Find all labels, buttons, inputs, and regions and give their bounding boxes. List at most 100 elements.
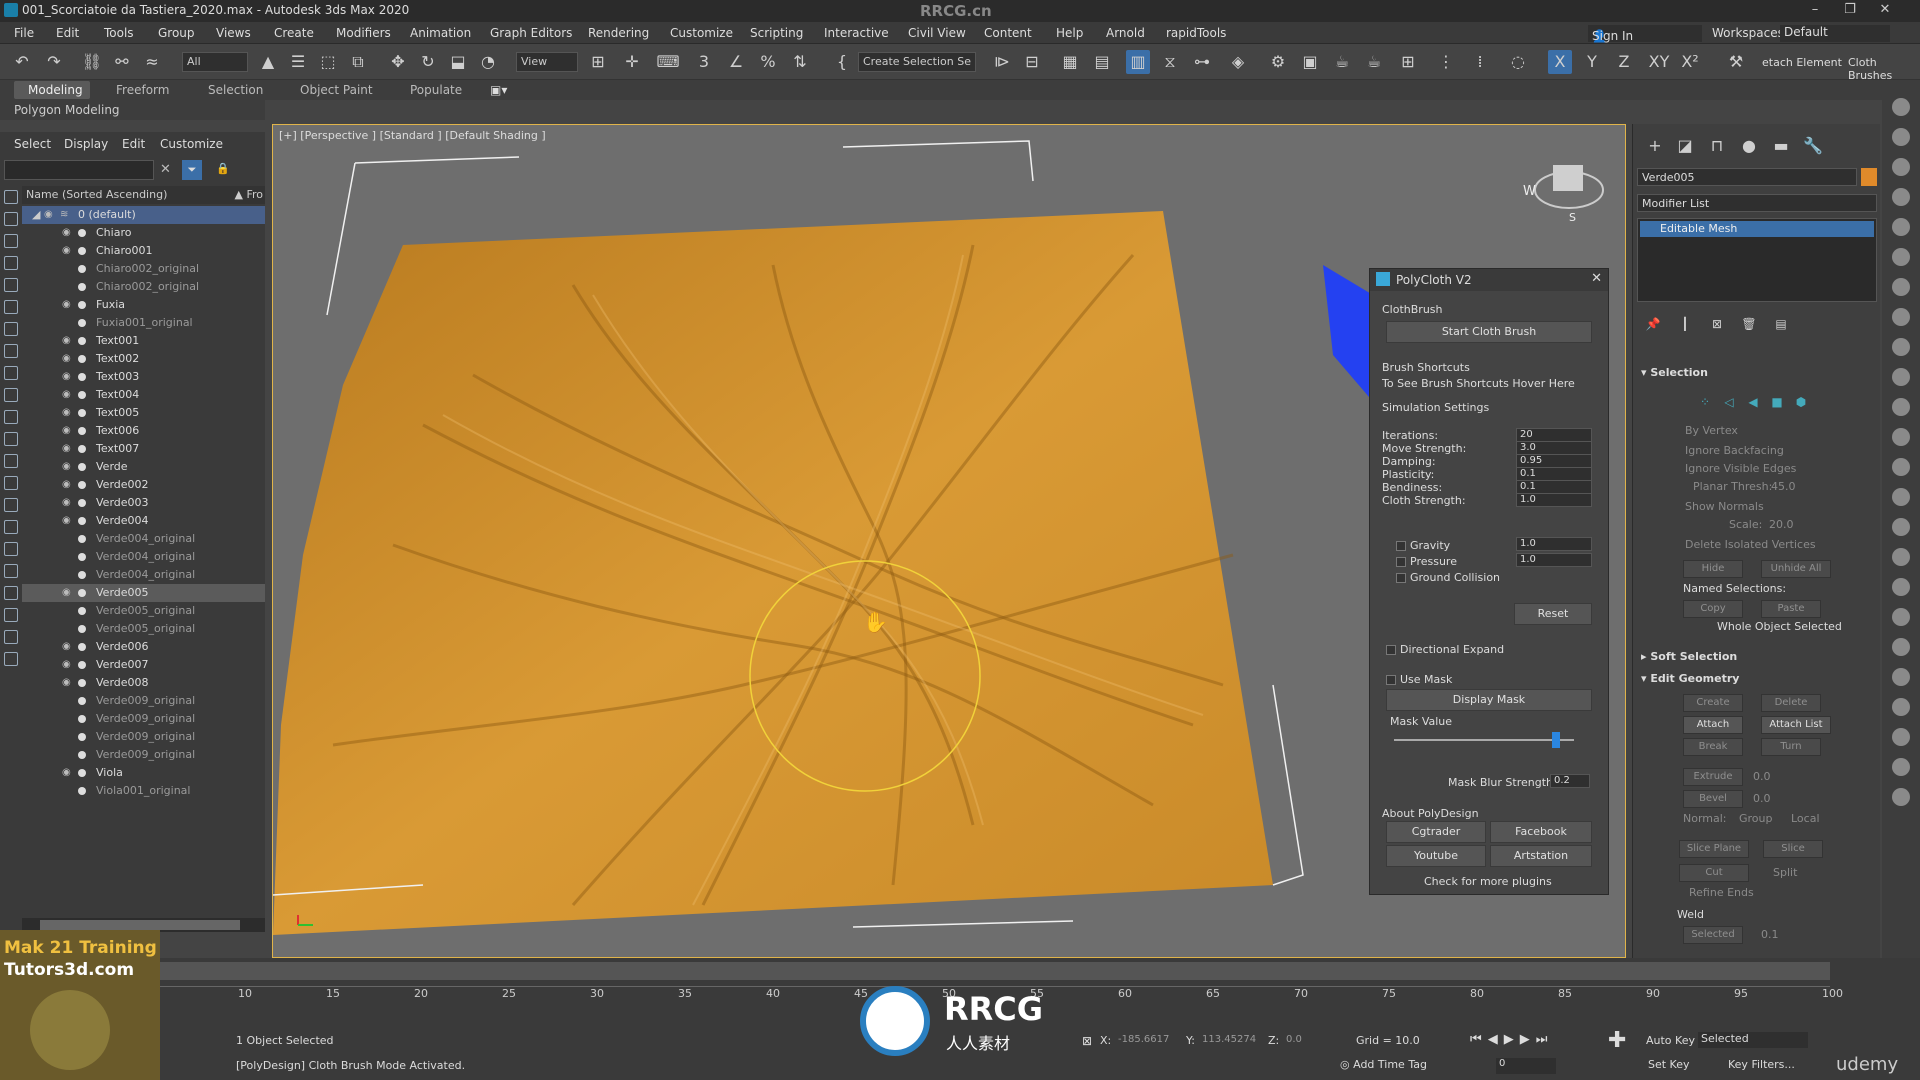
- shortcut-icon[interactable]: [1892, 128, 1910, 146]
- eye-icon[interactable]: ◉: [62, 674, 71, 692]
- eye-icon[interactable]: ◉: [62, 224, 71, 242]
- eye-icon[interactable]: ◉: [62, 404, 71, 422]
- select-object-icon[interactable]: ▲: [256, 50, 280, 74]
- eye-icon[interactable]: ◉: [62, 458, 71, 476]
- list-item[interactable]: Verde004_original: [22, 566, 265, 584]
- list-item[interactable]: ◉ Verde008: [22, 674, 265, 692]
- window-crossing-icon[interactable]: ⧉: [346, 50, 370, 74]
- tab-populate[interactable]: Populate: [410, 83, 462, 97]
- spinner-snap-icon[interactable]: ⇅: [788, 50, 812, 74]
- unlink-icon[interactable]: ⚯: [110, 50, 134, 74]
- freeze-icon[interactable]: [78, 751, 86, 759]
- shortcut-icon[interactable]: [1892, 338, 1910, 356]
- freeze-icon[interactable]: [78, 391, 86, 399]
- reference-coord-dropdown[interactable]: View: [516, 52, 578, 72]
- cgtrader-button[interactable]: Cgtrader: [1386, 821, 1486, 843]
- menu-modifiers[interactable]: Modifiers: [336, 26, 391, 40]
- weld-threshold-field[interactable]: 0.1: [1761, 928, 1779, 941]
- shortcut-icon[interactable]: [1892, 638, 1910, 656]
- freeze-icon[interactable]: [78, 409, 86, 417]
- shortcut-icon[interactable]: [1892, 428, 1910, 446]
- list-item[interactable]: ◉ Text007: [22, 440, 265, 458]
- pressure-checkbox[interactable]: [1396, 557, 1406, 567]
- unhide-all-button[interactable]: Unhide All: [1761, 560, 1831, 578]
- ribbon-toggle-icon[interactable]: ▥: [1126, 50, 1150, 74]
- render-iterative-icon[interactable]: ☕: [1362, 50, 1386, 74]
- freeze-icon[interactable]: [78, 247, 86, 255]
- list-item[interactable]: ◉ Verde007: [22, 656, 265, 674]
- filter-icon[interactable]: ⏷: [182, 160, 202, 180]
- soft-selection-rollout-header[interactable]: ▸ Soft Selection: [1641, 650, 1737, 663]
- menu-customize[interactable]: Customize: [670, 26, 733, 40]
- menu-rendering[interactable]: Rendering: [588, 26, 649, 40]
- remove-modifier-icon[interactable]: 🗑: [1737, 312, 1761, 336]
- menu-help[interactable]: Help: [1056, 26, 1083, 40]
- shortcut-icon[interactable]: [1892, 98, 1910, 116]
- material-editor-icon[interactable]: ◈: [1226, 50, 1250, 74]
- scrollbar-thumb[interactable]: [40, 920, 240, 930]
- eye-icon[interactable]: ◉: [62, 656, 71, 674]
- minimize-icon[interactable]: –: [1800, 2, 1830, 17]
- move-icon[interactable]: ✥: [386, 50, 410, 74]
- schematic-view-icon[interactable]: ⊶: [1190, 50, 1214, 74]
- list-item[interactable]: Viola001_original: [22, 782, 265, 800]
- edit-named-sets-icon[interactable]: {: [830, 50, 854, 74]
- y-coord-field[interactable]: 113.45274: [1202, 1034, 1256, 1045]
- start-cloth-brush-button[interactable]: Start Cloth Brush: [1386, 321, 1592, 343]
- pivot-center-icon[interactable]: ⊞: [586, 50, 610, 74]
- directional-expand-checkbox[interactable]: [1386, 645, 1396, 655]
- scene-menu-select[interactable]: Select: [14, 137, 51, 151]
- display-tab-icon[interactable]: ▬: [1769, 134, 1793, 158]
- eye-icon[interactable]: ◉: [62, 584, 71, 602]
- bevel-button[interactable]: Bevel: [1683, 790, 1743, 808]
- select-manipulate-icon[interactable]: ✛: [620, 50, 644, 74]
- shortcut-icon[interactable]: [1892, 398, 1910, 416]
- eye-icon[interactable]: ◉: [62, 368, 71, 386]
- freeze-icon[interactable]: [78, 571, 86, 579]
- show-end-result-icon[interactable]: ┃: [1673, 312, 1697, 336]
- list-item[interactable]: Chiaro002_original: [22, 278, 265, 296]
- menu-edit[interactable]: Edit: [56, 26, 79, 40]
- freeze-icon[interactable]: [78, 283, 86, 291]
- scale-icon[interactable]: ⬓: [446, 50, 470, 74]
- freeze-icon[interactable]: [78, 463, 86, 471]
- object-name-field[interactable]: Verde005: [1637, 168, 1857, 186]
- filter-toggle-icon[interactable]: [4, 432, 18, 446]
- list-item[interactable]: ◉ Fuxia: [22, 296, 265, 314]
- add-time-tag-button[interactable]: ◎ Add Time Tag: [1340, 1058, 1427, 1071]
- list-item[interactable]: ◉ Verde003: [22, 494, 265, 512]
- mask-blur-field[interactable]: 0.2: [1550, 774, 1590, 788]
- list-item[interactable]: ◉ Verde006: [22, 638, 265, 656]
- polygon-mode-icon[interactable]: ■: [1765, 390, 1789, 414]
- pin-stack-icon[interactable]: 📌: [1641, 312, 1665, 336]
- turn-button[interactable]: Turn: [1761, 738, 1821, 756]
- make-unique-icon[interactable]: ⊠: [1705, 312, 1729, 336]
- list-item[interactable]: Verde009_original: [22, 728, 265, 746]
- filter-toggle-icon[interactable]: [4, 344, 18, 358]
- list-item[interactable]: ◉ Text003: [22, 368, 265, 386]
- artstation-button[interactable]: Artstation: [1490, 845, 1592, 867]
- scene-column-header[interactable]: Name (Sorted Ascending) ▲ Fro: [22, 186, 265, 204]
- keyboard-shortcut-icon[interactable]: ⌨: [656, 50, 680, 74]
- playback-controls[interactable]: ⏮◀▶▶⏭: [1470, 1032, 1553, 1047]
- freeze-icon[interactable]: [78, 679, 86, 687]
- param-field[interactable]: 1.0: [1516, 493, 1592, 507]
- filter-toggle-icon[interactable]: [4, 256, 18, 270]
- list-item[interactable]: ◉ Text005: [22, 404, 265, 422]
- mirror-icon[interactable]: ⧐: [990, 50, 1014, 74]
- shortcut-icon[interactable]: [1892, 218, 1910, 236]
- select-by-name-icon[interactable]: ☰: [286, 50, 310, 74]
- layer-explorer-icon[interactable]: ▤: [1090, 50, 1114, 74]
- freeze-icon[interactable]: [78, 535, 86, 543]
- layer-row-default[interactable]: ◢ ◉ ≋ 0 (default): [22, 206, 265, 224]
- selection-rollout-header[interactable]: ▾ Selection: [1641, 366, 1708, 379]
- filter-toggle-icon[interactable]: [4, 454, 18, 468]
- render-icon[interactable]: ☕: [1330, 50, 1354, 74]
- menu-create[interactable]: Create: [274, 26, 314, 40]
- freeze-icon[interactable]: [78, 337, 86, 345]
- list-item[interactable]: Verde004_original: [22, 530, 265, 548]
- undo-icon[interactable]: ↶: [10, 50, 34, 74]
- freeze-icon[interactable]: [78, 445, 86, 453]
- shortcut-icon[interactable]: [1892, 728, 1910, 746]
- x-coord-field[interactable]: -185.6617: [1118, 1034, 1169, 1045]
